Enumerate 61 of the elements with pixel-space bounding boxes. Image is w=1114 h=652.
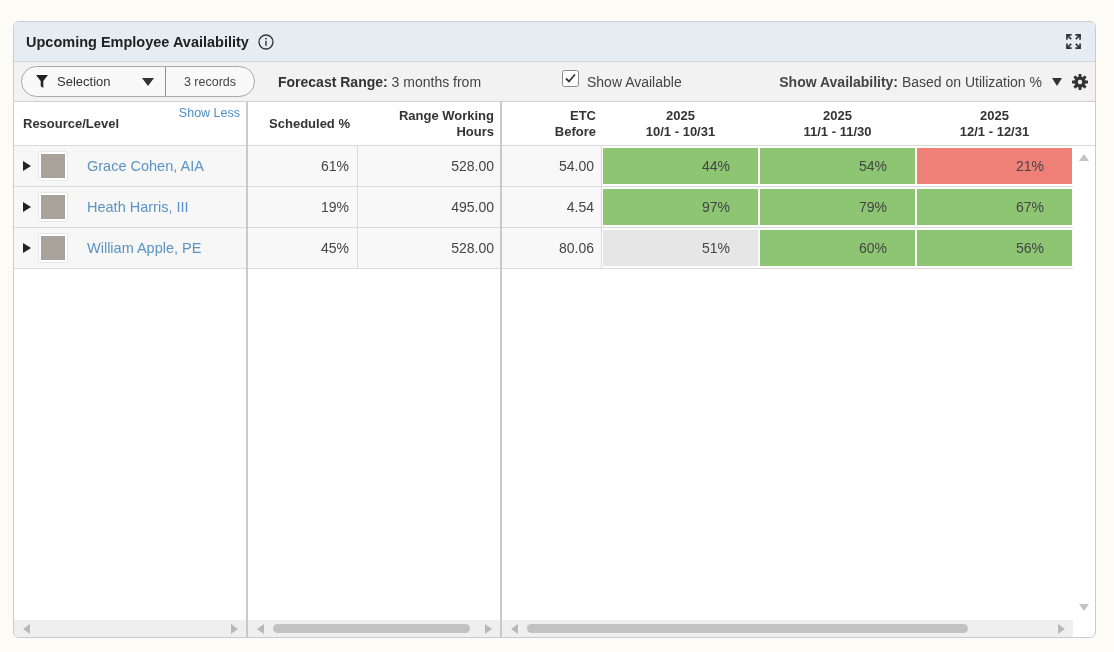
selection-dropdown[interactable]: Selection — [22, 67, 166, 96]
scrollbar-thumb[interactable] — [273, 624, 470, 633]
caret-icon — [1052, 77, 1062, 86]
fullscreen-icon[interactable] — [1066, 34, 1081, 49]
column-header: 2025 11/1 - 11/30 — [803, 107, 872, 140]
availability-cell: 60% — [760, 230, 915, 266]
caret-icon[interactable] — [23, 161, 31, 171]
table-cell: 495.00 — [358, 187, 500, 227]
forecast-range-text: Forecast Range: 3 months from — [278, 73, 483, 90]
info-icon[interactable] — [257, 33, 274, 50]
avatar-placeholder — [39, 152, 67, 180]
horizontal-scrollbar[interactable] — [14, 620, 246, 637]
availability-cell: 67% — [917, 189, 1072, 225]
filter-icon — [36, 75, 48, 88]
employee-name-link[interactable]: William Apple, PE — [87, 240, 202, 256]
column-header: 2025 10/1 - 10/31 — [645, 107, 716, 140]
table-cell: 54.00 — [502, 146, 602, 186]
table-cell: 528.00 — [358, 228, 500, 268]
availability-cell: 51% — [603, 230, 758, 266]
availability-cell: 44% — [603, 148, 758, 184]
column-header: 2025 12/1 - 12/31 — [959, 107, 1030, 140]
table-cell: 19% — [248, 187, 358, 227]
availability-cell: 79% — [760, 189, 915, 225]
settings-icon[interactable] — [1072, 73, 1088, 90]
horizontal-scrollbar[interactable] — [248, 620, 500, 637]
column-header: ETC Before — [554, 107, 596, 140]
column-header: Scheduled % — [269, 115, 350, 132]
arrow-left-icon[interactable] — [23, 623, 30, 634]
arrow-left-icon[interactable] — [257, 623, 264, 634]
availability-cell: 56% — [917, 230, 1072, 266]
avatar-placeholder — [39, 193, 67, 221]
record-count: 3 records — [182, 73, 238, 91]
availability-cell: 21% — [917, 148, 1072, 184]
arrow-right-icon[interactable] — [231, 623, 238, 634]
column-header: Range Working Hours — [397, 107, 494, 140]
arrow-left-icon[interactable] — [511, 623, 518, 634]
table-cell: 61% — [248, 146, 358, 186]
panel-title: Upcoming Employee Availability — [26, 33, 249, 50]
arrow-right-icon[interactable] — [485, 623, 492, 634]
availability-dropdown[interactable]: Show Availability: Based on Utilization % — [777, 71, 1064, 92]
arrow-down-icon[interactable] — [1079, 604, 1089, 611]
avatar-placeholder — [39, 234, 67, 262]
table-cell: 4.54 — [502, 187, 602, 227]
availability-cell: 54% — [760, 148, 915, 184]
caret-icon — [142, 77, 154, 86]
caret-icon[interactable] — [23, 243, 31, 253]
availability-cell: 97% — [603, 189, 758, 225]
checkbox[interactable] — [562, 69, 579, 87]
horizontal-scrollbar[interactable] — [502, 620, 1073, 637]
arrow-up-icon[interactable] — [1079, 154, 1089, 161]
table-cell: 80.06 — [502, 228, 602, 268]
checkbox-label: Show Available — [587, 73, 682, 90]
table-cell: 45% — [248, 228, 358, 268]
employee-name-link[interactable]: Grace Cohen, AIA — [87, 158, 204, 174]
table-cell: 528.00 — [358, 146, 500, 186]
scrollbar-thumb[interactable] — [527, 624, 968, 633]
show-less-link[interactable]: Show Less — [178, 106, 240, 120]
employee-name-link[interactable]: Heath Harris, III — [87, 199, 189, 215]
column-header: Resource/Level — [23, 115, 120, 132]
caret-icon[interactable] — [23, 202, 31, 212]
arrow-right-icon[interactable] — [1058, 623, 1065, 634]
